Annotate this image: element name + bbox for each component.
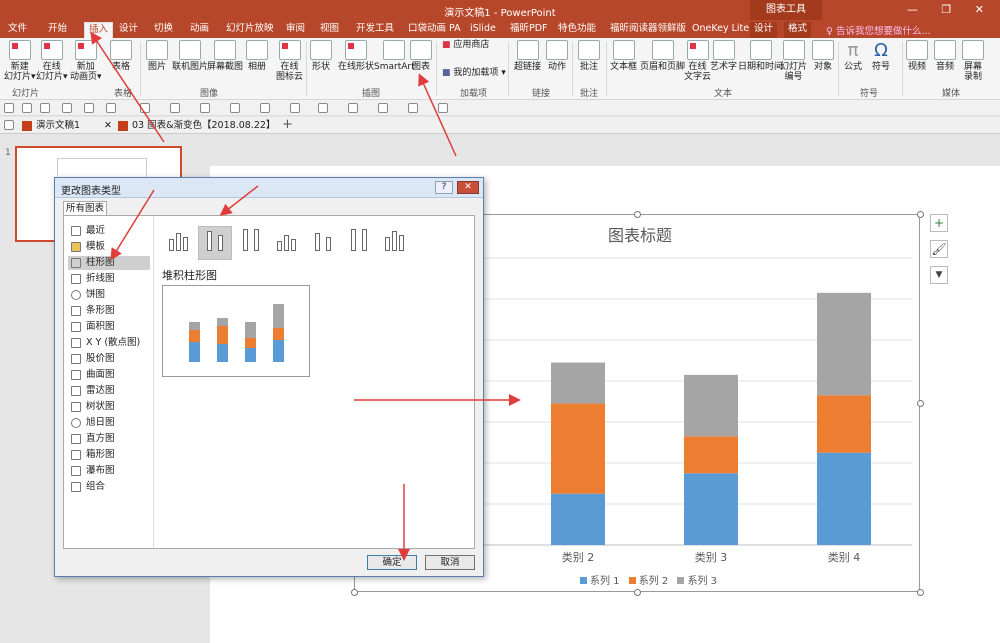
category-recent[interactable]: 最近 bbox=[68, 224, 150, 238]
variant-3d-100-stacked-column[interactable] bbox=[342, 226, 376, 260]
waterfall-icon bbox=[71, 466, 81, 476]
category-sunburst[interactable]: 旭日图 bbox=[68, 416, 150, 430]
category-scatter[interactable]: X Y (散点图) bbox=[68, 336, 150, 350]
category-combo[interactable]: 组合 bbox=[68, 480, 150, 494]
category-line[interactable]: 折线图 bbox=[68, 272, 150, 286]
bar-segment[interactable] bbox=[817, 292, 871, 396]
selected-variant-name: 堆积柱形图 bbox=[162, 269, 217, 282]
bar-segment[interactable] bbox=[817, 452, 871, 545]
column-chart-icon bbox=[71, 258, 81, 268]
histogram-icon bbox=[71, 434, 81, 444]
legend-swatch-2 bbox=[628, 577, 636, 584]
legend-label-1: 系列 1 bbox=[590, 576, 620, 587]
change-chart-type-dialog: 更改图表类型 ? ✕ 所有图表 最近 模板 柱形图 折线图 饼图 条形图 面积图… bbox=[54, 177, 484, 577]
x-tick-label: 类别 3 bbox=[695, 550, 728, 564]
category-boxwhisker[interactable]: 箱形图 bbox=[68, 448, 150, 462]
chart-category-list: 最近 模板 柱形图 折线图 饼图 条形图 面积图 X Y (散点图) 股价图 曲… bbox=[64, 216, 154, 548]
variant-100-stacked-column[interactable] bbox=[234, 226, 268, 260]
combo-chart-icon bbox=[71, 482, 81, 492]
dialog-help-button[interactable]: ? bbox=[435, 181, 453, 194]
category-surface[interactable]: 曲面图 bbox=[68, 368, 150, 382]
bar-segment[interactable] bbox=[551, 362, 605, 404]
chart-styles-button[interactable]: 🖌 bbox=[930, 240, 948, 258]
dialog-body: 最近 模板 柱形图 折线图 饼图 条形图 面积图 X Y (散点图) 股价图 曲… bbox=[63, 215, 475, 549]
folder-icon bbox=[71, 242, 81, 252]
category-stock[interactable]: 股价图 bbox=[68, 352, 150, 366]
bar-segment[interactable] bbox=[684, 436, 738, 474]
bar-segment[interactable] bbox=[551, 493, 605, 545]
category-bar[interactable]: 条形图 bbox=[68, 304, 150, 318]
x-tick-label: 类别 4 bbox=[828, 550, 861, 564]
chart-legend[interactable]: 系列 1 系列 2 系列 3 bbox=[574, 572, 717, 587]
pie-chart-icon bbox=[71, 290, 81, 300]
variant-clustered-column[interactable] bbox=[162, 226, 196, 260]
sunburst-icon bbox=[71, 418, 81, 428]
cancel-button[interactable]: 取消 bbox=[425, 555, 475, 570]
area-chart-icon bbox=[71, 322, 81, 332]
legend-label-3: 系列 3 bbox=[687, 576, 718, 587]
variant-3d-stacked-column[interactable] bbox=[306, 226, 340, 260]
x-tick-label: 类别 2 bbox=[562, 550, 595, 564]
stock-chart-icon bbox=[71, 354, 81, 364]
legend-swatch-1 bbox=[580, 577, 587, 584]
category-pie[interactable]: 饼图 bbox=[68, 288, 150, 302]
scatter-chart-icon bbox=[71, 338, 81, 348]
chart-preview-thumbnail[interactable] bbox=[162, 285, 310, 377]
category-area[interactable]: 面积图 bbox=[68, 320, 150, 334]
surface-chart-icon bbox=[71, 370, 81, 380]
radar-chart-icon bbox=[71, 386, 81, 396]
variant-3d-clustered-column[interactable] bbox=[270, 226, 304, 260]
category-histogram[interactable]: 直方图 bbox=[68, 432, 150, 446]
bar-chart-icon bbox=[71, 306, 81, 316]
bar-segment[interactable] bbox=[551, 403, 605, 494]
variant-stacked-column[interactable] bbox=[198, 226, 232, 260]
line-chart-icon bbox=[71, 274, 81, 284]
legend-label-2: 系列 2 bbox=[638, 576, 669, 587]
chart-filter-button[interactable]: ▼ bbox=[930, 266, 948, 284]
recent-icon bbox=[71, 226, 81, 236]
legend-swatch-3 bbox=[677, 577, 685, 584]
dialog-title-bar: 更改图表类型 ? ✕ bbox=[55, 178, 483, 198]
category-radar[interactable]: 雷达图 bbox=[68, 384, 150, 398]
category-treemap[interactable]: 树状图 bbox=[68, 400, 150, 414]
category-templates[interactable]: 模板 bbox=[68, 240, 150, 254]
bar-segment[interactable] bbox=[684, 473, 738, 545]
bar-segment[interactable] bbox=[684, 374, 738, 437]
chart-elements-button[interactable]: + bbox=[930, 214, 948, 232]
category-column[interactable]: 柱形图 bbox=[68, 256, 150, 270]
preview-mini-chart bbox=[189, 304, 284, 362]
treemap-icon bbox=[71, 402, 81, 412]
category-waterfall[interactable]: 瀑布图 bbox=[68, 464, 150, 478]
tab-all-charts[interactable]: 所有图表 bbox=[63, 201, 107, 216]
dialog-close-button[interactable]: ✕ bbox=[457, 181, 479, 194]
ok-button[interactable]: 确定 bbox=[367, 555, 417, 570]
bar-segment[interactable] bbox=[817, 395, 871, 453]
variant-3d-column[interactable] bbox=[378, 226, 412, 260]
dialog-title: 更改图表类型 bbox=[61, 186, 121, 197]
box-whisker-icon bbox=[71, 450, 81, 460]
